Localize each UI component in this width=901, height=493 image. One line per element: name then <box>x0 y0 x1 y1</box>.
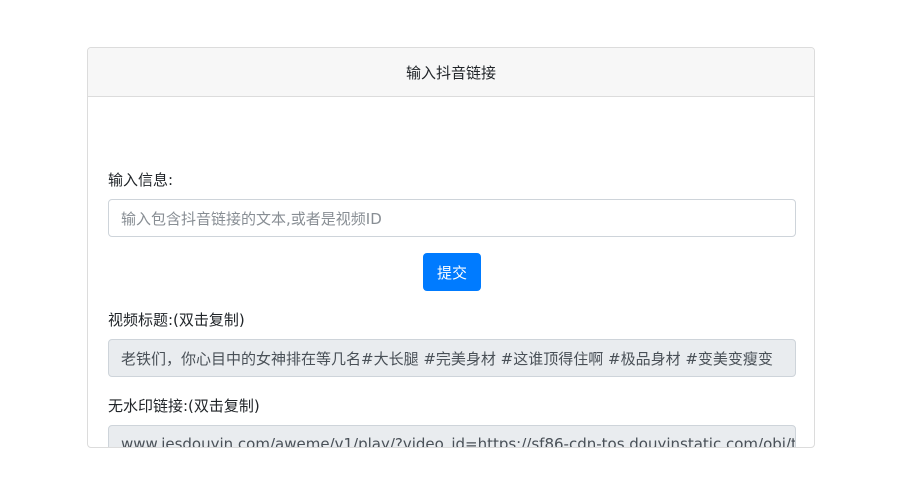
card-header: 输入抖音链接 <box>88 48 814 97</box>
video-title-label: 视频标题:(双击复制) <box>108 311 245 329</box>
submit-button[interactable]: 提交 <box>423 253 481 291</box>
no-watermark-link-value: www.iesdouyin.com/aweme/v1/play/?video_i… <box>121 435 796 448</box>
douyin-link-card: 输入抖音链接 输入信息: 输入包含抖音链接的文本,或者是视频ID 提交 视频标题… <box>87 47 815 448</box>
douyin-link-input-placeholder: 输入包含抖音链接的文本,或者是视频ID <box>121 209 382 228</box>
card-title: 输入抖音链接 <box>405 63 496 82</box>
no-watermark-link-label: 无水印链接:(双击复制) <box>108 397 260 415</box>
douyin-link-input[interactable]: 输入包含抖音链接的文本,或者是视频ID <box>108 199 796 237</box>
video-title-value: 老铁们，你心目中的女神排在等几名#大长腿 #完美身材 #这谁顶得住啊 #极品身材… <box>121 349 773 368</box>
no-watermark-link-field[interactable]: www.iesdouyin.com/aweme/v1/play/?video_i… <box>108 425 796 448</box>
video-title-field[interactable]: 老铁们，你心目中的女神排在等几名#大长腿 #完美身材 #这谁顶得住啊 #极品身材… <box>108 339 796 377</box>
input-info-label: 输入信息: <box>108 171 174 189</box>
